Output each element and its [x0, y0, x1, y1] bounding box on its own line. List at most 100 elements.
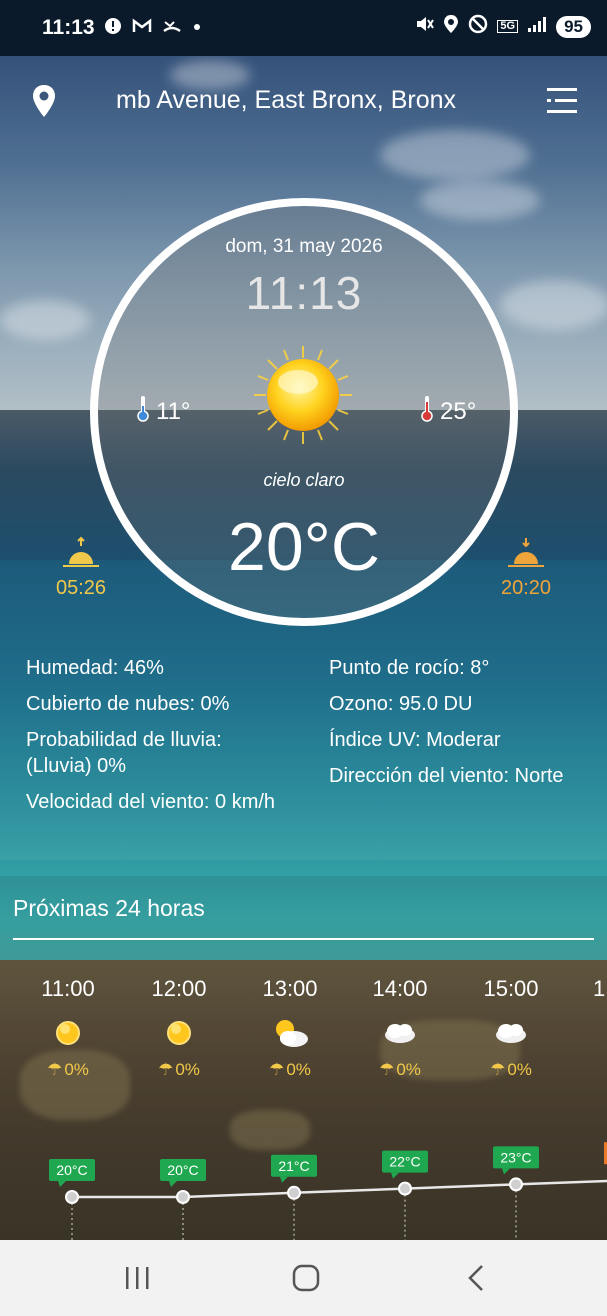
location-address[interactable]: mb Avenue, East Bronx, Bronx [116, 86, 488, 115]
hour-item[interactable]: 12:00 ☂ 0% [134, 976, 224, 1080]
rain-chance: ☂ 0% [23, 1060, 113, 1080]
sun-icon [252, 344, 354, 446]
umbrella-icon: ☂ [269, 1060, 285, 1079]
rain-chance: ☂ 0% [466, 1060, 556, 1080]
sunrise-time: 05:26 [55, 577, 107, 599]
temp-max-value: 25° [440, 397, 477, 425]
temperature-point [287, 1185, 301, 1200]
rain-chance-value: 0% [507, 1060, 532, 1079]
details-left-column: Humedad: 46% Cubierto de nubes: 0% Proba… [26, 650, 316, 820]
gmail-icon [132, 17, 152, 40]
temperature-badge: 22°C [382, 1150, 428, 1179]
battery-indicator: 95 [556, 15, 591, 38]
status-bar: 11:13 5G 95 [0, 0, 607, 56]
hourly-temperature-graph: 20°C 20°C 21°C 22°C 23°C [49, 1142, 607, 1240]
hour-time: 14:00 [372, 976, 428, 1001]
temp-max: 25° [420, 394, 476, 429]
umbrella-icon: ☂ [47, 1060, 63, 1079]
dnd-icon [468, 14, 488, 39]
temperature-point [176, 1190, 190, 1204]
dew-point: Punto de rocío: 8° [329, 657, 490, 679]
sunrise: 05:26 [52, 536, 110, 600]
partly-cloudy-icon [276, 1020, 308, 1047]
sunset: 20:20 [497, 536, 555, 600]
recent-apps-icon[interactable] [117, 1262, 157, 1294]
rain-chance: ☂ 0% [245, 1060, 335, 1080]
hour-time: 11:00 [41, 976, 95, 1001]
cloud-shape [380, 130, 530, 180]
sun-icon [167, 1021, 191, 1045]
menu-icon[interactable] [545, 86, 579, 116]
temperature-badge-label: 20°C [56, 1162, 87, 1178]
rain-chance-value: 0% [286, 1060, 311, 1079]
hour-item[interactable]: 1 [577, 976, 607, 1002]
hour-item[interactable]: 11:00 ☂ 0% [23, 976, 113, 1080]
rain-chance-value: 0% [64, 1060, 89, 1079]
hour-time: 13:00 [262, 976, 318, 1001]
hourly-divider [13, 938, 594, 940]
status-left-icons [104, 17, 202, 40]
current-time: 11:13 [245, 267, 363, 319]
hour-time: 15:00 [483, 976, 539, 1001]
umbrella-icon: ☂ [379, 1060, 395, 1079]
rain-chance-value: 0% [396, 1060, 421, 1079]
temperature-badge-label: 20°C [167, 1162, 198, 1178]
dot-icon [192, 17, 202, 40]
rain-chance-value: 0% [175, 1060, 200, 1079]
rain-chance: ☂ 0% [355, 1060, 445, 1080]
details-right-column: Punto de rocío: 8° Ozono: 95.0 DU Índice… [329, 650, 607, 794]
temperature-badge: 23°C [493, 1146, 539, 1175]
sunset-time: 20:20 [500, 577, 552, 599]
cloud-icon [496, 1024, 526, 1043]
wind-speed: Velocidad del viento: 0 km/h [26, 791, 276, 813]
thermometer-cold-icon [136, 394, 150, 429]
missed-call-icon [162, 17, 182, 40]
location-icon [443, 14, 459, 39]
signal-icon [527, 15, 547, 38]
hour-time: 1 [593, 976, 606, 1001]
temperature-point [509, 1177, 523, 1192]
5g-icon: 5G [497, 20, 519, 33]
rain-chance: ☂ 0% [134, 1060, 224, 1080]
navigation-bar [0, 1240, 607, 1316]
cloud-shape [0, 300, 90, 340]
cloud-shape [420, 180, 540, 220]
uv-index: Índice UV: Moderar [329, 729, 501, 751]
current-temperature: 20°C [228, 509, 380, 585]
temperature-badge: 20°C [160, 1159, 206, 1187]
hour-time: 12:00 [151, 976, 207, 1001]
status-right-icons: 5G 95 [414, 14, 591, 39]
temperature-badge-label: 21°C [278, 1158, 309, 1174]
umbrella-icon: ☂ [490, 1060, 506, 1079]
temperature-point [398, 1181, 412, 1196]
humidity: Humedad: 46% [26, 657, 164, 679]
back-icon[interactable] [456, 1262, 496, 1294]
alert-icon [104, 17, 122, 40]
mute-icon [414, 14, 435, 39]
sun-icon [56, 1021, 80, 1045]
temperature-badge-label: 22°C [389, 1154, 420, 1170]
hourly-title: Próximas 24 horas [13, 895, 205, 921]
thermometer-hot-icon [420, 394, 434, 429]
temperature-badge-label: 23°C [500, 1149, 531, 1165]
hour-item[interactable]: 15:00 ☂ 0% [466, 976, 556, 1080]
current-date: dom, 31 may 2026 [225, 236, 383, 257]
home-icon[interactable] [286, 1262, 326, 1294]
cloud-cover: Cubierto de nubes: 0% [26, 693, 230, 715]
ozone: Ozono: 95.0 DU [329, 693, 473, 715]
cloud-icon [385, 1024, 415, 1043]
wind-direction: Dirección del viento: Norte [329, 765, 564, 787]
temp-min-value: 11° [156, 397, 191, 425]
temperature-line [72, 1179, 607, 1199]
sunrise-icon [63, 536, 99, 567]
weather-condition: cielo claro [263, 470, 345, 490]
status-time: 11:13 [42, 16, 95, 39]
temperature-badge: 21°C [271, 1154, 317, 1183]
sunset-icon [508, 538, 544, 567]
temperature-point [65, 1190, 79, 1204]
hour-item[interactable]: 14:00 ☂ 0% [355, 976, 445, 1080]
location-pin-icon[interactable] [32, 84, 56, 118]
temperature-badge: 20°C [49, 1159, 95, 1187]
hour-item[interactable]: 13:00 ☂ 0% [245, 976, 335, 1080]
umbrella-icon: ☂ [158, 1060, 174, 1079]
